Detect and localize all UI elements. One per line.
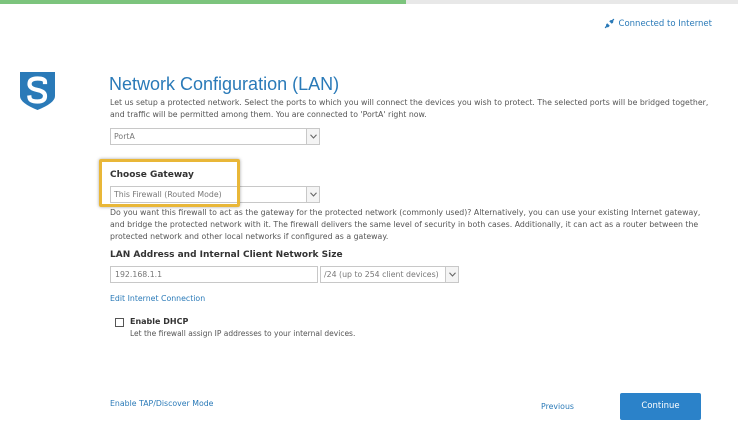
chevron-down-icon [306,129,319,144]
lan-ip-input[interactable] [110,266,318,283]
sophos-shield-logo [19,71,56,111]
gateway-select[interactable]: This Firewall (Routed Mode) [110,186,320,203]
setup-wizard-page: Connected to Internet Network Configurat… [0,0,738,433]
enable-dhcp-checkbox[interactable] [115,318,124,327]
intro-text: Let us setup a protected network. Select… [110,98,709,119]
continue-button[interactable]: Continue [620,393,701,420]
dhcp-help-text: Let the firewall assign IP addresses to … [130,329,356,338]
wizard-progress-bar [0,0,738,4]
gateway-description: Do you want this firewall to act as the … [110,208,701,241]
wizard-progress-fill [0,0,406,4]
enable-dhcp-label[interactable]: Enable DHCP [130,317,188,326]
chevron-down-icon [306,187,319,202]
subnet-select[interactable]: /24 (up to 254 client devices) [320,266,459,283]
connection-status: Connected to Internet [604,18,712,29]
chevron-down-icon [445,267,458,282]
edit-internet-connection-link[interactable]: Edit Internet Connection [110,294,205,303]
page-title: Network Configuration (LAN) [109,74,340,94]
connected-plug-icon [604,18,615,29]
previous-button[interactable]: Previous [541,402,574,411]
gateway-label: Choose Gateway [110,170,194,180]
lan-label: LAN Address and Internal Client Network … [110,250,343,260]
enable-tap-mode-link[interactable]: Enable TAP/Discover Mode [110,399,213,408]
port-select-value: PortA [114,132,135,141]
connection-status-text: Connected to Internet [618,18,712,29]
gateway-select-value: This Firewall (Routed Mode) [114,190,222,199]
subnet-select-value: /24 (up to 254 client devices) [324,270,439,279]
port-select[interactable]: PortA [110,128,320,145]
